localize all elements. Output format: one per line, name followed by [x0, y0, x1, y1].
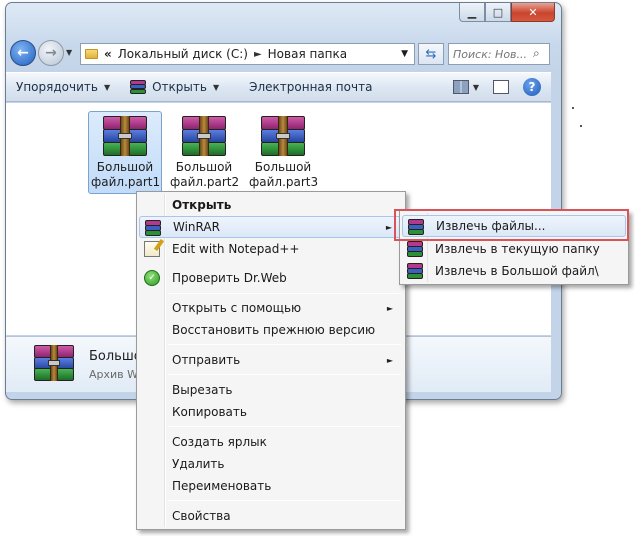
recent-pages-button[interactable]: ▼: [66, 48, 72, 57]
winrar-archive-icon: [182, 116, 226, 156]
menu-item-label: Отправить: [172, 353, 241, 367]
back-arrow-icon: ←: [17, 45, 29, 61]
menu-item-label: Создать ярлык: [172, 435, 267, 449]
file-item-part3[interactable]: Большой файл.part3: [246, 111, 320, 194]
menu-item-label: Свойства: [172, 509, 231, 523]
menu-item-label: Вырезать: [172, 383, 233, 397]
stray-dot: [580, 125, 582, 127]
maximize-button[interactable]: □: [485, 3, 511, 22]
submenu-arrow-icon: ►: [385, 222, 392, 232]
menu-separator: [168, 374, 401, 375]
open-button[interactable]: Открыть ▼: [120, 73, 229, 101]
change-view-icon[interactable]: [452, 80, 469, 94]
winrar-archive-icon: [103, 116, 147, 156]
submenu-item-label: Извлечь файлы...: [436, 219, 546, 233]
file-name-line1: Большой: [96, 160, 154, 174]
file-name-line2: файл.part2: [170, 175, 240, 189]
submenu-item-extract-files[interactable]: Извлечь файлы...: [402, 215, 626, 237]
file-name-line2: файл.part1: [91, 175, 161, 189]
menu-item-notepadpp[interactable]: Edit with Notepad++: [139, 238, 403, 260]
window-controls: ▁ □ ✕: [459, 3, 555, 22]
email-label: Электронная почта: [249, 80, 373, 94]
menu-item-label: Переименовать: [172, 479, 272, 493]
winrar-icon: [407, 263, 423, 279]
menu-item-label: Удалить: [172, 457, 225, 471]
submenu-item-extract-here[interactable]: Извлечь в текущую папку: [402, 238, 626, 260]
winrar-archive-icon: [34, 345, 74, 381]
open-label: Открыть: [152, 80, 207, 94]
menu-item-label: Открыть с помощью: [172, 301, 302, 315]
view-dropdown-icon[interactable]: ▼: [473, 83, 479, 92]
menu-item-cut[interactable]: Вырезать: [139, 379, 403, 401]
menu-separator: [168, 426, 401, 427]
breadcrumb-new-folder[interactable]: Новая папка: [268, 47, 347, 61]
breadcrumb-separator[interactable]: ►: [254, 49, 262, 60]
file-name-line2: файл.part3: [249, 175, 319, 189]
menu-item-open[interactable]: Открыть: [139, 194, 403, 216]
organize-label: Упорядочить: [16, 80, 98, 94]
email-button[interactable]: Электронная почта: [229, 73, 382, 101]
winrar-icon: [408, 219, 424, 235]
winrar-icon: [407, 241, 423, 257]
menu-item-open-with[interactable]: Открыть с помощью ►: [139, 297, 403, 319]
file-item-part1[interactable]: Большой файл.part1: [88, 111, 162, 194]
chevron-down-icon: ▼: [103, 82, 111, 92]
stray-dot: [572, 107, 574, 109]
help-icon[interactable]: ?: [523, 78, 541, 96]
forward-arrow-icon: →: [45, 45, 57, 61]
file-item-part2[interactable]: Большой файл.part2: [167, 111, 241, 194]
minimize-button[interactable]: ▁: [459, 3, 485, 22]
chevron-down-icon: ▼: [212, 82, 220, 92]
menu-item-properties[interactable]: Свойства: [139, 505, 403, 527]
preview-pane-icon[interactable]: [493, 80, 509, 94]
menu-separator: [168, 293, 401, 294]
close-button[interactable]: ✕: [511, 3, 555, 22]
winrar-submenu: Извлечь файлы... Извлечь в текущую папку…: [399, 210, 629, 285]
submenu-arrow-icon: ►: [386, 355, 393, 365]
menu-item-winrar[interactable]: WinRAR ►: [139, 216, 403, 238]
breadcrumb-local-disk[interactable]: Локальный диск (C:): [118, 47, 248, 61]
search-icon: ⌕: [533, 46, 540, 60]
menu-item-label: Копировать: [172, 405, 247, 419]
menu-item-label: Открыть: [172, 198, 232, 212]
organize-button[interactable]: Упорядочить ▼: [6, 73, 120, 101]
menu-item-label: Edit with Notepad++: [172, 242, 300, 256]
notepad-icon: [144, 241, 160, 257]
menu-item-copy[interactable]: Копировать: [139, 401, 403, 423]
menu-separator: [168, 344, 401, 345]
file-name-line1: Большой: [254, 160, 312, 174]
menu-item-drweb[interactable]: ✓ Проверить Dr.Web: [139, 267, 403, 289]
submenu-arrow-icon: ►: [386, 303, 393, 313]
menu-item-send-to[interactable]: Отправить ►: [139, 349, 403, 371]
address-bar[interactable]: « Локальный диск (C:) ► Новая папка ▼: [80, 43, 415, 65]
menu-item-label: WinRAR: [173, 220, 220, 234]
address-dropdown-icon[interactable]: ▼: [401, 49, 408, 59]
back-button[interactable]: ←: [10, 40, 36, 66]
menu-item-rename[interactable]: Переименовать: [139, 475, 403, 497]
refresh-icon: ⇆: [425, 46, 437, 62]
folder-icon: [85, 49, 98, 59]
file-name-line1: Большой: [175, 160, 233, 174]
address-prefix[interactable]: «: [104, 47, 112, 61]
submenu-item-label: Извлечь в Большой файл\: [435, 264, 599, 278]
menu-item-create-shortcut[interactable]: Создать ярлык: [139, 431, 403, 453]
forward-button[interactable]: →: [38, 40, 64, 66]
refresh-button[interactable]: ⇆: [418, 43, 444, 65]
details-file-type: Архив W: [89, 368, 139, 381]
drweb-icon: ✓: [144, 270, 160, 286]
winrar-icon: [130, 80, 147, 94]
menu-item-restore-version[interactable]: Восстановить прежнюю версию: [139, 319, 403, 341]
winrar-archive-icon: [261, 116, 305, 156]
menu-item-label: Проверить Dr.Web: [172, 271, 287, 285]
command-bar: Упорядочить ▼ Открыть ▼ Электронная почт…: [6, 72, 551, 102]
context-menu: Открыть WinRAR ► Edit with Notepad++ ✓ П…: [136, 191, 406, 530]
menu-item-delete[interactable]: Удалить: [139, 453, 403, 475]
submenu-item-extract-to-folder[interactable]: Извлечь в Большой файл\: [402, 260, 626, 282]
menu-item-label: Восстановить прежнюю версию: [172, 323, 376, 337]
winrar-icon: [145, 220, 161, 236]
menu-separator: [168, 500, 401, 501]
submenu-item-label: Извлечь в текущую папку: [435, 242, 600, 256]
